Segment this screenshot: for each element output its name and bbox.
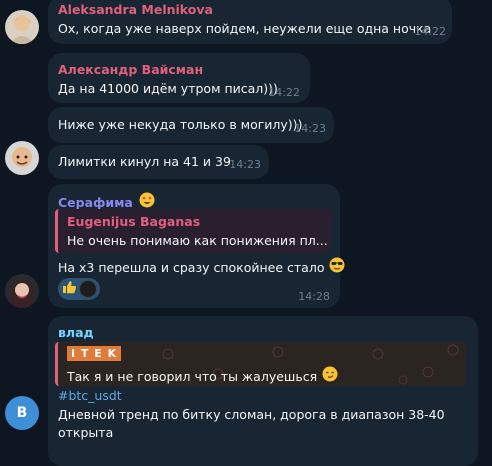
message-time: 14:22 [268, 86, 300, 99]
message-text-row: На х3 перешла и сразу спокойнее стало [58, 257, 345, 277]
smirk-emoji-icon [322, 366, 338, 386]
message-bubble-2[interactable]: Александр Вайсман Да на 41000 идём утром… [48, 53, 310, 103]
message-bubble-6[interactable]: влад I T E K Так я и не говорил что ты ж… [48, 316, 478, 466]
avatar-letter: В [16, 405, 28, 421]
avatar-serafima[interactable] [5, 274, 39, 308]
avatar-vlad[interactable]: В [5, 396, 39, 430]
thumbs-up-emoji-icon [61, 279, 77, 299]
reply-quote[interactable]: I T E K Так я и не говорил что ты жалуеш… [55, 342, 466, 386]
message-text-line-2: открыта [58, 425, 114, 440]
message-text: Лимитки кинул на 41 и 39 [58, 154, 231, 169]
reply-text: Не очень понимаю как понижения пл... [67, 233, 328, 248]
message-time: 14:22 [414, 25, 446, 38]
sender-name[interactable]: Серафима [58, 195, 133, 210]
sender-name[interactable]: Александр Вайсман [58, 62, 203, 77]
message-time: 14:23 [229, 158, 261, 171]
message-text: Да на 41000 идём утром писал))) [58, 81, 278, 96]
reactions-pill[interactable] [58, 278, 100, 300]
message-bubble-1[interactable]: Aleksandra Melnikova Ох, когда уже навер… [48, 0, 452, 44]
sender-name[interactable]: влад [58, 325, 94, 340]
message-time: 14:28 [298, 290, 330, 303]
avatar-aleksandra[interactable] [5, 10, 39, 44]
message-time: 14:23 [294, 122, 326, 135]
reply-quote[interactable]: Eugenijus Baganas Не очень понимаю как п… [55, 209, 331, 253]
reply-sender-badge: I T E K [67, 346, 122, 361]
message-text: Ох, когда уже наверх пойдем, неужели еще… [58, 21, 432, 36]
reply-text: Так я и не говорил что ты жалуешься [67, 368, 318, 384]
hashtag-link[interactable]: #btc_usdt [58, 388, 122, 403]
reactor-avatar [79, 280, 97, 298]
message-bubble-4[interactable]: Лимитки кинул на 41 и 39 14:23 [48, 145, 269, 179]
reply-sender: Eugenijus Baganas [67, 214, 201, 229]
sender-name[interactable]: Aleksandra Melnikova [58, 2, 213, 17]
message-text: Ниже уже некуда только в могилу))) [58, 117, 303, 132]
avatar-aleksandr[interactable] [5, 141, 39, 175]
message-bubble-5[interactable]: Серафима Eugenijus Baganas Не очень пони… [48, 184, 345, 308]
reply-sender: I T E K [71, 347, 118, 360]
message-bubble-3[interactable]: Ниже уже некуда только в могилу))) 14:23 [48, 107, 334, 143]
message-text: На х3 перешла и сразу спокойнее стало [58, 259, 325, 275]
reply-text-row: Так я и не говорил что ты жалуешься [67, 366, 338, 386]
message-text-line-1: Дневной тренд по битку сломан, дорога в … [58, 407, 445, 422]
sunglasses-emoji-icon [329, 257, 345, 277]
